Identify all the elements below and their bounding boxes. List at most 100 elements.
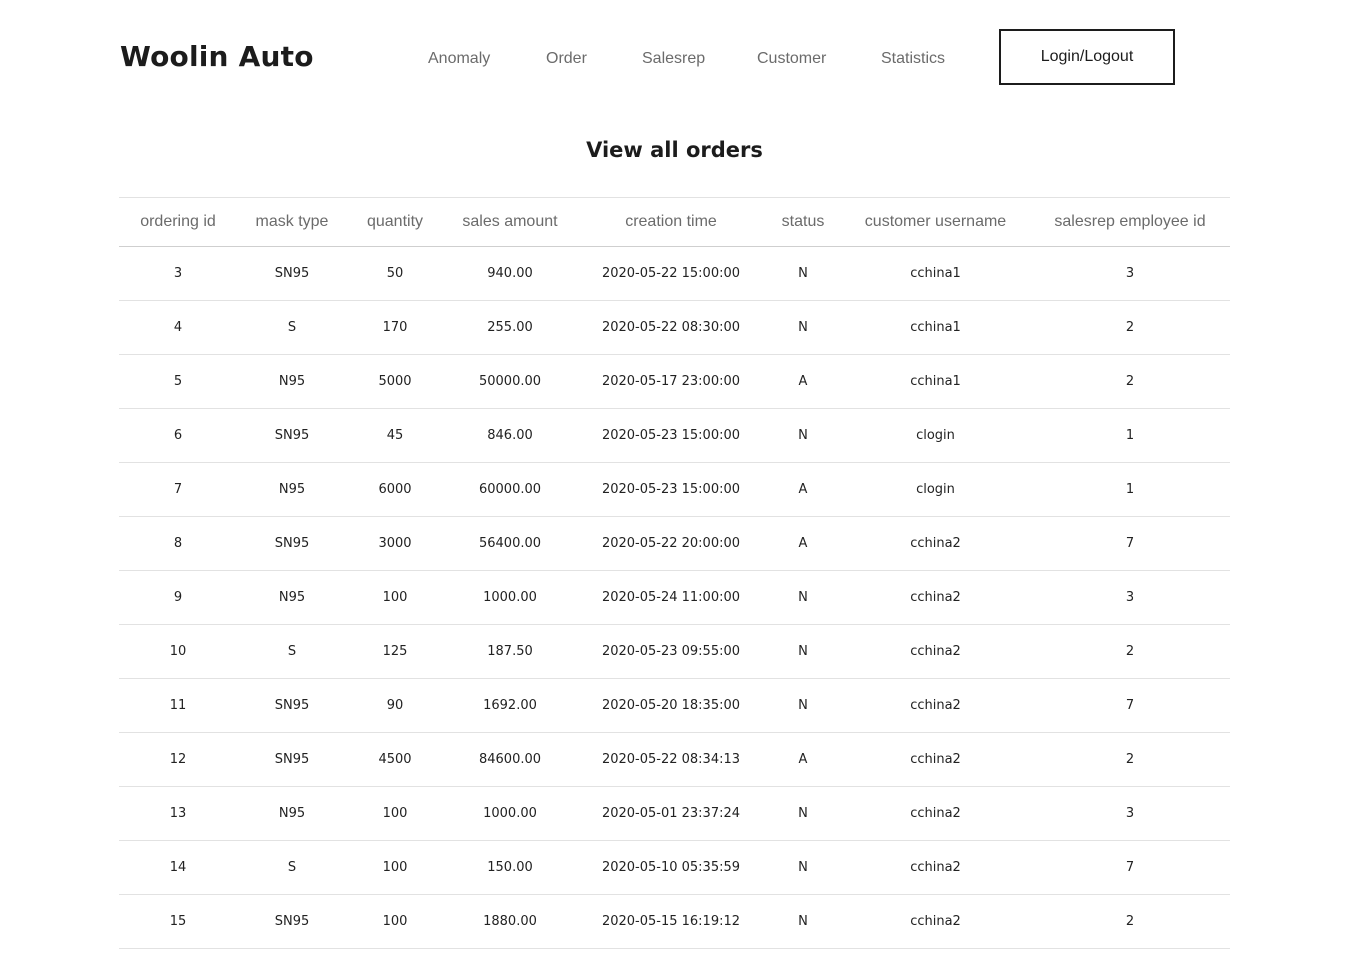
table-row: 15 SN95 100 1880.00 2020-05-15 16:19:12 Ncchi… [119, 894, 1230, 949]
cell-status: N [765, 894, 841, 949]
column-header-mask-type: mask type [237, 197, 347, 247]
cell-creation-time: 2020-05-15 16:19:12 [577, 894, 765, 949]
cell-creation-time: 2020-05-22 20:00:00 [577, 516, 765, 571]
cell-customer-username: cchina2 [841, 516, 1030, 571]
nav-customer[interactable]: Customer [757, 50, 826, 68]
cell-salesrep-employee-id: 7 [1030, 678, 1230, 733]
cell-quantity: 4500 [347, 732, 443, 787]
cell-quantity: 100 [347, 570, 443, 625]
table-row: 5 N95 5000 50000.00 2020-05-17 23:00:00 Acchi… [119, 354, 1230, 409]
cell-customer-username: cchina1 [841, 246, 1030, 301]
cell-ordering-id: 3 [119, 246, 237, 301]
cell-salesrep-employee-id: 2 [1030, 300, 1230, 355]
cell-salesrep-employee-id: 2 [1030, 894, 1230, 949]
cell-quantity: 5000 [347, 354, 443, 409]
cell-sales-amount: 846.00 [443, 408, 577, 463]
cell-status: N [765, 408, 841, 463]
cell-sales-amount: 187.50 [443, 624, 577, 679]
cell-creation-time: 2020-05-22 08:34:13 [577, 732, 765, 787]
cell-ordering-id: 8 [119, 516, 237, 571]
cell-customer-username: cchina2 [841, 570, 1030, 625]
cell-ordering-id: 12 [119, 732, 237, 787]
cell-creation-time: 2020-05-23 15:00:00 [577, 408, 765, 463]
cell-sales-amount: 84600.00 [443, 732, 577, 787]
cell-quantity: 45 [347, 408, 443, 463]
cell-sales-amount: 1692.00 [443, 678, 577, 733]
cell-sales-amount: 940.00 [443, 246, 577, 301]
cell-creation-time: 2020-05-22 15:00:00 [577, 246, 765, 301]
table-row: 11 SN95 90 1692.00 2020-05-20 18:35:00 Ncchin… [119, 678, 1230, 733]
cell-sales-amount: 1000.00 [443, 570, 577, 625]
cell-quantity: 3000 [347, 516, 443, 571]
column-header-salesrep-employee-id: salesrep employee id [1030, 197, 1230, 247]
cell-customer-username: cchina2 [841, 786, 1030, 841]
cell-quantity: 170 [347, 300, 443, 355]
cell-customer-username: cchina2 [841, 840, 1030, 895]
cell-salesrep-employee-id: 3 [1030, 246, 1230, 301]
cell-creation-time: 2020-05-22 08:30:00 [577, 300, 765, 355]
cell-status: A [765, 732, 841, 787]
cell-mask-type: S [237, 624, 347, 679]
cell-ordering-id: 15 [119, 894, 237, 949]
cell-sales-amount: 60000.00 [443, 462, 577, 517]
cell-customer-username: cchina1 [841, 300, 1030, 355]
cell-customer-username: cchina2 [841, 894, 1030, 949]
cell-customer-username: cchina1 [841, 354, 1030, 409]
cell-quantity: 100 [347, 786, 443, 841]
cell-mask-type: N95 [237, 786, 347, 841]
column-header-customer-username: customer username [841, 197, 1030, 247]
cell-salesrep-employee-id: 2 [1030, 732, 1230, 787]
table-row: 10 S 125 187.50 2020-05-23 09:55:00 Ncchina2 2 [119, 624, 1230, 679]
table-row: 9 N95 100 1000.00 2020-05-24 11:00:00 Ncchina… [119, 570, 1230, 625]
cell-status: N [765, 300, 841, 355]
cell-ordering-id: 13 [119, 786, 237, 841]
table-row: 14 S 100 150.00 2020-05-10 05:35:59 Ncchina2 7 [119, 840, 1230, 895]
cell-ordering-id: 10 [119, 624, 237, 679]
column-header-creation-time: creation time [577, 197, 765, 247]
site-header: Woolin Auto Anomaly Order Salesrep Custo… [0, 0, 1349, 120]
cell-status: N [765, 840, 841, 895]
cell-creation-time: 2020-05-01 23:37:24 [577, 786, 765, 841]
cell-ordering-id: 11 [119, 678, 237, 733]
cell-ordering-id: 4 [119, 300, 237, 355]
cell-creation-time: 2020-05-24 11:00:00 [577, 570, 765, 625]
cell-status: N [765, 246, 841, 301]
login-logout-button[interactable]: Login/Logout [999, 29, 1175, 85]
cell-ordering-id: 5 [119, 354, 237, 409]
cell-mask-type: SN95 [237, 246, 347, 301]
cell-mask-type: SN95 [237, 516, 347, 571]
column-header-status: status [765, 197, 841, 247]
cell-status: N [765, 678, 841, 733]
cell-mask-type: S [237, 840, 347, 895]
table-row: 13 N95 100 1000.00 2020-05-01 23:37:24 Ncchin… [119, 786, 1230, 841]
cell-creation-time: 2020-05-10 05:35:59 [577, 840, 765, 895]
nav-statistics[interactable]: Statistics [881, 50, 945, 68]
column-header-quantity: quantity [347, 197, 443, 247]
cell-mask-type: N95 [237, 354, 347, 409]
cell-quantity: 125 [347, 624, 443, 679]
cell-status: N [765, 624, 841, 679]
nav-salesrep[interactable]: Salesrep [642, 50, 705, 68]
cell-creation-time: 2020-05-23 09:55:00 [577, 624, 765, 679]
cell-salesrep-employee-id: 2 [1030, 624, 1230, 679]
cell-sales-amount: 56400.00 [443, 516, 577, 571]
cell-salesrep-employee-id: 3 [1030, 570, 1230, 625]
cell-status: A [765, 354, 841, 409]
nav-order[interactable]: Order [546, 50, 587, 68]
cell-quantity: 100 [347, 840, 443, 895]
cell-mask-type: N95 [237, 570, 347, 625]
cell-salesrep-employee-id: 7 [1030, 516, 1230, 571]
cell-sales-amount: 50000.00 [443, 354, 577, 409]
cell-salesrep-employee-id: 7 [1030, 840, 1230, 895]
cell-ordering-id: 14 [119, 840, 237, 895]
nav-anomaly[interactable]: Anomaly [428, 50, 490, 68]
column-header-sales-amount: sales amount [443, 197, 577, 247]
table-row: 8 SN95 3000 56400.00 2020-05-22 20:00:00 Acch… [119, 516, 1230, 571]
cell-salesrep-employee-id: 2 [1030, 354, 1230, 409]
cell-quantity: 100 [347, 894, 443, 949]
cell-quantity: 90 [347, 678, 443, 733]
cell-salesrep-employee-id: 1 [1030, 408, 1230, 463]
cell-mask-type: SN95 [237, 678, 347, 733]
cell-creation-time: 2020-05-20 18:35:00 [577, 678, 765, 733]
cell-customer-username: clogin [841, 462, 1030, 517]
